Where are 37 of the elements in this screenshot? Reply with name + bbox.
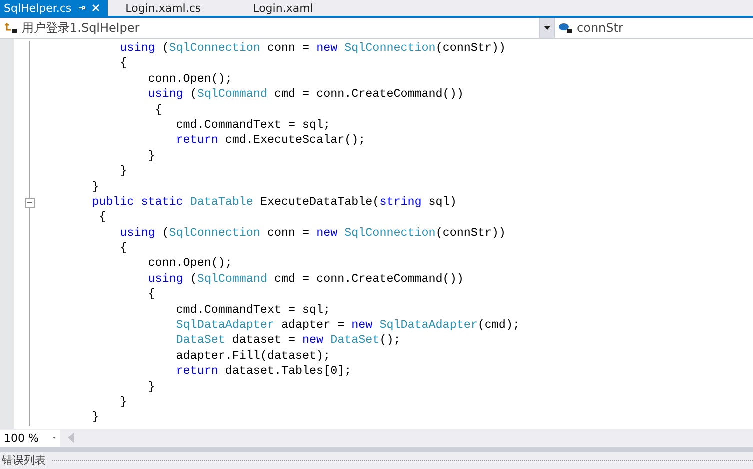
code-line: { — [119, 56, 128, 72]
code-line: { — [119, 241, 128, 256]
file-tab[interactable]: Login.xaml.cs — [122, 0, 210, 16]
panel-title: 错误列表 — [2, 452, 46, 468]
code-line: SqlDataAdapter adapter = new SqlDataAdapter(cmd); — [175, 318, 520, 334]
pin-icon[interactable] — [78, 4, 86, 12]
file-tab[interactable]: Login.xaml — [249, 0, 322, 16]
code-line: using (SqlCommand cmd = conn.CreateCommand()) — [147, 87, 464, 103]
code-line: } — [147, 380, 156, 395]
code-line: adapter.Fill(dataset); — [175, 348, 331, 364]
code-line: using (SqlCommand cmd = conn.CreateCommand()) — [147, 272, 464, 288]
code-line: return cmd.ExecuteScalar(); — [175, 133, 366, 149]
code-line: cmd.CommandText = sql; — [175, 302, 331, 318]
code-line: } — [147, 148, 156, 164]
file-tab[interactable]: SqlHelper.cs — [0, 0, 108, 16]
code-line: } — [119, 164, 128, 180]
close-icon[interactable] — [92, 4, 100, 12]
code-line: } — [91, 410, 100, 426]
code-line: conn.Open(); — [147, 256, 232, 272]
collapse-toggle-icon[interactable] — [25, 198, 35, 208]
code-line: } — [119, 394, 128, 410]
code-line: DataSet dataset = new DataSet(); — [175, 333, 401, 349]
code-line: conn.Open(); — [147, 72, 232, 88]
dropdown-caret-icon[interactable] — [540, 18, 555, 38]
code-line: { — [154, 102, 162, 118]
code-line: { — [147, 287, 156, 303]
caret-icon[interactable] — [52, 436, 56, 440]
code-line: return dataset.Tables[0]; — [175, 364, 352, 380]
class-icon — [4, 22, 18, 34]
zoom-dropdown[interactable]: 100 % — [0, 430, 60, 446]
code-line: cmd.CommandText = sql; — [175, 118, 331, 134]
code-line: } — [91, 180, 100, 195]
code-line: using (SqlConnection conn = new SqlConnection(connStr)) — [119, 41, 506, 56]
code-line: using (SqlConnection conn = new SqlConnection(connStr)) — [119, 226, 506, 242]
field-icon — [559, 22, 573, 34]
code-line: public static DataTable ExecuteDataTable(string sql) — [91, 194, 457, 210]
code-line: { — [98, 210, 106, 226]
